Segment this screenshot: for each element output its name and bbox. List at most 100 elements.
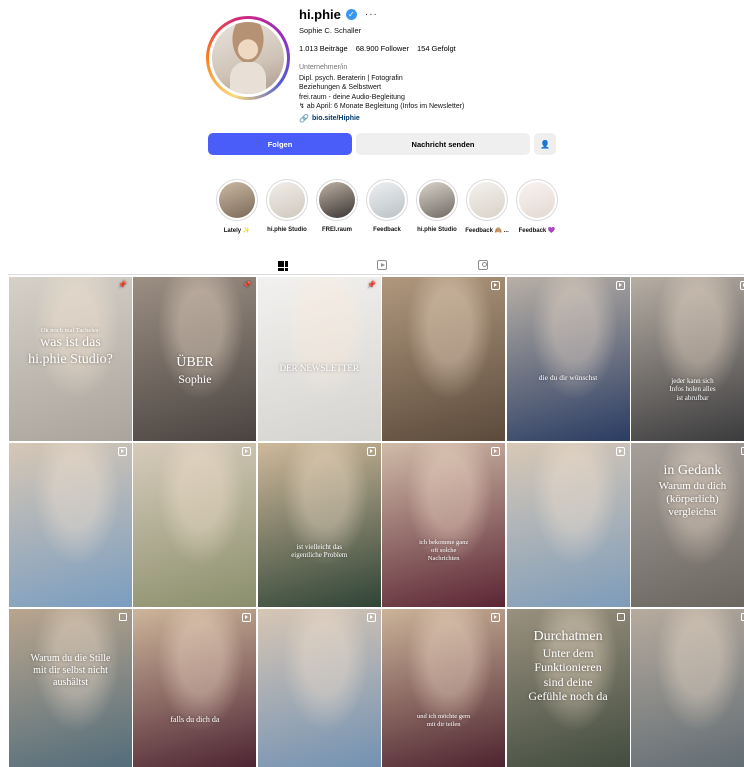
post-tile[interactable]: und ich möchte gern mit dir teilen	[382, 609, 506, 767]
post-tile[interactable]: jeder kann sich Infos holen alles ist abru…	[630, 277, 744, 441]
post-tile[interactable]	[9, 443, 132, 607]
post-caption-overlay: DER NEWSLETTER	[258, 363, 381, 374]
post-caption-line: Unter dem	[542, 645, 594, 660]
link-icon: 🔗	[299, 113, 309, 123]
posts-grid: 📌 Ok noch mal Tacheles: was ist das hi.phie…	[9, 277, 744, 767]
reel-icon	[615, 447, 625, 456]
story-highlight[interactable]: Lately ✨	[212, 179, 262, 234]
profile-category: Unternehmer/in	[299, 64, 348, 71]
post-tile[interactable]: Warum du die Stille mit dir selbst nicht a…	[9, 609, 132, 767]
reel-icon	[491, 281, 501, 290]
tab-tagged[interactable]	[466, 256, 500, 274]
post-caption-line: vergleichst	[668, 506, 717, 519]
story-highlight[interactable]: Feedback 💜	[512, 179, 562, 234]
profile-avatar-ring[interactable]	[206, 16, 290, 100]
reel-icon	[366, 613, 376, 622]
reel-icon	[242, 613, 252, 622]
post-tile[interactable]: 📌 Ok noch mal Tacheles: was ist das hi.phie…	[9, 277, 132, 441]
post-caption-line: aushältst	[53, 677, 88, 688]
username: hi.phie	[299, 6, 341, 22]
post-tile[interactable]: falls du dich da	[133, 609, 257, 767]
send-message-button[interactable]: Nachricht senden	[356, 133, 530, 155]
story-highlight[interactable]: Feedback 🙈 ...	[462, 179, 512, 234]
reel-icon	[242, 447, 252, 456]
story-highlight[interactable]: hi.phie Studio	[262, 179, 312, 233]
post-tile[interactable]	[133, 443, 257, 607]
post-caption-line: hi.phie Studio?	[28, 351, 113, 367]
post-caption-overlay: Ok noch mal Tacheles: was ist das hi.phie …	[9, 327, 132, 368]
bio-link[interactable]: 🔗 bio.site/Hiphie	[299, 114, 559, 123]
post-caption-overlay: ÜBER Sophie	[133, 355, 256, 386]
post-caption-line: Warum du dich	[658, 479, 727, 492]
post-caption-line: ÜBER	[176, 355, 214, 370]
post-tile[interactable]: Durchatmen Unter dem Funktionieren sind dei…	[506, 609, 630, 767]
reel-icon	[491, 613, 501, 622]
post-caption-line: die du dir wünschst	[538, 373, 598, 382]
post-caption-overlay: jeder kann sich Infos holen alles ist abru…	[631, 377, 744, 402]
story-highlight[interactable]: FREI.raum	[312, 179, 362, 233]
highlight-label: Lately ✨	[223, 228, 251, 234]
post-caption-line: falls du dich da	[170, 715, 220, 724]
add-user-icon: 👤	[540, 139, 550, 149]
post-caption-line: Funktionieren	[534, 660, 602, 675]
post-caption-line: Ok noch mal Tacheles:	[40, 327, 101, 334]
profile-stats: 1.013 Beiträge 68.900 Follower 154 Gefol…	[299, 44, 559, 53]
bio-line: Dipl. psych. Beraterin | Fotografin	[299, 75, 403, 82]
profile-bio: Dipl. psych. Beraterin | Fotografin Bezi…	[299, 74, 559, 112]
highlight-cover	[519, 182, 555, 218]
more-options-icon[interactable]: ···	[365, 9, 378, 20]
post-tile[interactable]: 📌 DER NEWSLETTER	[257, 277, 381, 441]
reel-icon	[366, 447, 376, 456]
highlight-label: hi.phie Studio	[417, 227, 457, 233]
post-caption-overlay: in Gedank Warum du dich (körperlich) vergle…	[631, 463, 744, 519]
reel-icon	[118, 447, 127, 456]
stat-posts: 1.013 Beiträge	[299, 44, 348, 53]
bio-link-text: bio.site/Hiphie	[311, 114, 360, 122]
highlight-label: Feedback 🙈 ...	[465, 228, 509, 234]
post-caption-line: und ich möchte gern	[417, 713, 471, 720]
post-caption-line: Infos holen alles	[669, 385, 716, 394]
post-caption-overlay: ich bekomme ganz oft solche Nachrichten	[382, 539, 505, 562]
stat-followers[interactable]: 68.900 Follower	[356, 44, 409, 53]
post-caption-overlay: Warum du die Stille mit dir selbst nicht a…	[9, 653, 132, 689]
highlight-cover	[369, 182, 405, 218]
post-caption-line: sind deine	[543, 674, 593, 689]
highlight-cover	[269, 182, 305, 218]
follow-button[interactable]: Folgen	[208, 133, 352, 155]
tab-posts[interactable]	[265, 256, 299, 275]
post-tile[interactable]: ist vielleicht das eigentliche Problem	[257, 443, 381, 607]
tab-reels[interactable]	[365, 256, 399, 274]
tagged-icon	[478, 260, 488, 270]
post-caption-line: oft solche	[430, 546, 457, 554]
stat-following[interactable]: 154 Gefolgt	[417, 44, 456, 53]
post-caption-line: ich bekomme ganz	[419, 539, 469, 546]
post-tile[interactable]: die du dir wünschst	[506, 277, 630, 441]
post-caption-line: mit dir selbst nicht	[33, 665, 108, 676]
post-tile[interactable]: ich bekomme ganz oft solche Nachrichten	[382, 443, 506, 607]
post-tile[interactable]: 📌 ÜBER Sophie	[133, 277, 257, 441]
story-highlight[interactable]: hi.phie Studio	[412, 179, 462, 233]
post-caption-line: in Gedank	[663, 463, 722, 478]
pinned-icon: 📌	[242, 282, 252, 289]
bio-line: ↯ ab April: 6 Monate Begleitung (Infos i…	[299, 103, 465, 111]
post-tile[interactable]	[257, 609, 381, 767]
highlight-label: hi.phie Studio	[267, 227, 307, 233]
post-tile[interactable]: in Gedank Warum du dich (körperlich) vergle…	[630, 443, 744, 607]
avatar	[212, 22, 284, 94]
reel-icon	[491, 447, 501, 456]
tabs-divider	[8, 274, 744, 275]
highlight-cover	[419, 182, 455, 218]
post-caption-line: ist abrufbar	[676, 393, 709, 402]
suggested-users-button[interactable]: 👤	[534, 133, 556, 155]
post-caption-overlay: und ich möchte gern mit dir teilen	[382, 713, 505, 729]
post-tile[interactable]	[506, 443, 630, 607]
verified-badge-icon: ✓	[345, 8, 357, 20]
post-tile[interactable]	[630, 609, 744, 767]
reel-icon	[615, 281, 625, 290]
post-caption-line: Nachrichten	[427, 554, 460, 562]
post-caption-overlay: Durchatmen Unter dem Funktionieren sind dei…	[507, 629, 630, 703]
post-caption-line: Gefühle noch da	[528, 688, 608, 703]
post-tile[interactable]	[382, 277, 506, 441]
story-highlight[interactable]: Feedback	[362, 179, 412, 233]
reels-icon	[377, 260, 387, 270]
